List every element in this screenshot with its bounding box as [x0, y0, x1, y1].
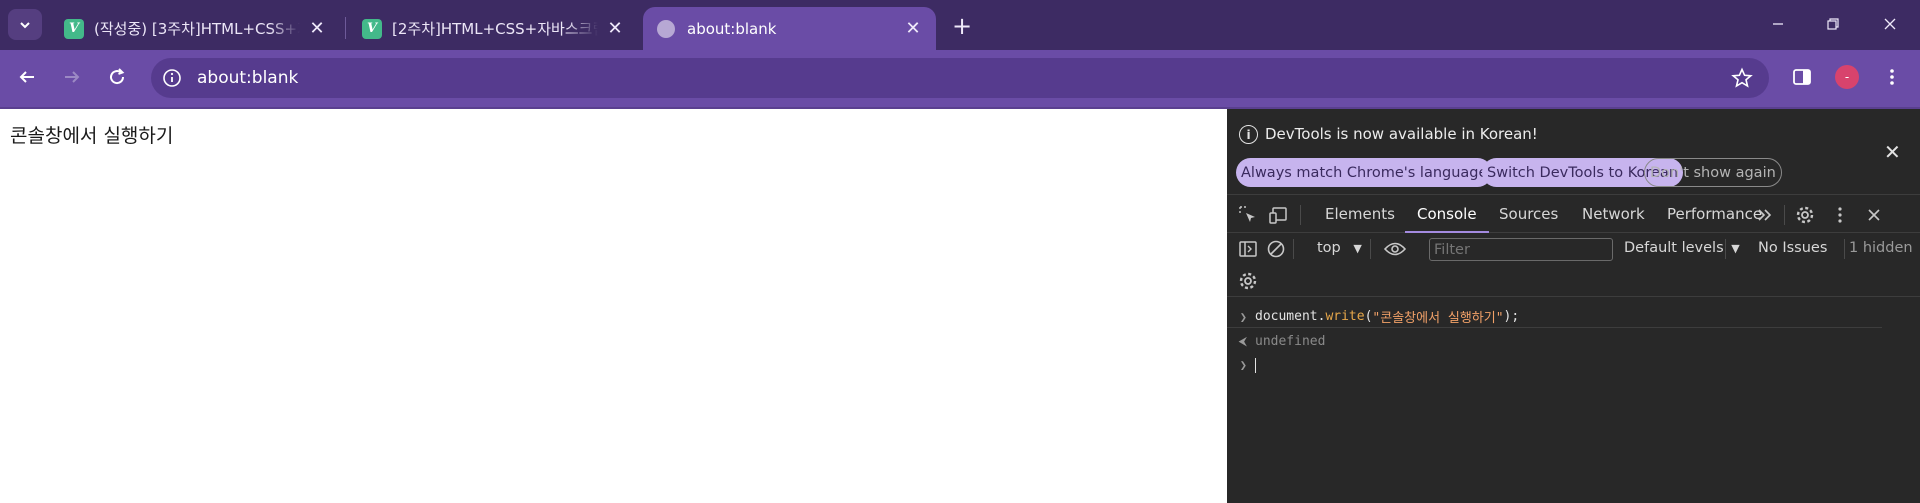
close-icon[interactable]: ✕: [902, 18, 924, 40]
devtools-tab-bar: Elements Console Sources Network Perform…: [1227, 195, 1920, 233]
log-levels-dropdown[interactable]: Default levels ▼: [1624, 240, 1740, 256]
tab-network[interactable]: Network: [1582, 195, 1645, 233]
tab-title: about:blank: [687, 19, 777, 38]
site-favicon-icon: V: [64, 18, 84, 39]
tab-separator: [345, 17, 346, 39]
tab-1[interactable]: V (작성중) [3주차]HTML+CSS+자 ✕: [50, 7, 340, 50]
tab-sources[interactable]: Sources: [1499, 195, 1558, 233]
settings-gear-icon[interactable]: [1794, 204, 1816, 226]
console-output[interactable]: ❯ document. write("콘솔창에서 실행하기"); ⮜ undefi…: [1227, 298, 1920, 503]
chevron-down-icon: [20, 21, 30, 28]
inspect-element-icon[interactable]: [1237, 204, 1259, 226]
kebab-menu-icon: [1890, 69, 1894, 85]
site-favicon-icon: V: [362, 18, 382, 39]
sidebar-toggle-icon[interactable]: [1237, 238, 1259, 260]
dont-show-again-button[interactable]: Don't show again: [1644, 158, 1782, 187]
always-match-language-button[interactable]: Always match Chrome's language: [1236, 158, 1493, 187]
code-token: );: [1503, 309, 1520, 324]
restore-button[interactable]: [1811, 8, 1855, 40]
close-icon[interactable]: ✕: [306, 18, 328, 40]
globe-icon: [657, 19, 675, 38]
console-settings-row: [1227, 265, 1920, 297]
tab-elements[interactable]: Elements: [1325, 195, 1395, 233]
url-text[interactable]: about:blank: [197, 68, 298, 88]
context-value: top: [1317, 240, 1341, 256]
reload-button[interactable]: [101, 61, 133, 93]
toolbar-separator: [1370, 239, 1371, 259]
device-toolbar-icon[interactable]: [1267, 204, 1289, 226]
devtools-language-infobar: i DevTools is now available in Korean! A…: [1227, 109, 1920, 195]
return-arrow-icon: ⮜: [1238, 333, 1247, 348]
code-token: .: [1317, 309, 1326, 324]
console-result-entry: ⮜ undefined: [1227, 330, 1920, 352]
minimize-icon: [1773, 23, 1783, 25]
dropdown-triangle-icon: ▼: [1353, 242, 1362, 255]
page-body-text: 콘솔창에서 실행하기: [10, 125, 174, 147]
code-token: write: [1325, 309, 1365, 324]
console-settings-gear-icon[interactable]: [1237, 270, 1259, 292]
issues-count[interactable]: No Issues: [1758, 240, 1827, 256]
tab-title: [2주차]HTML+CSS+자바스크립: [392, 20, 598, 38]
chrome-menu-button[interactable]: [1876, 61, 1908, 93]
chevron-right-icon: ❯: [1239, 358, 1247, 372]
toolbar-separator: [1293, 239, 1294, 259]
close-icon: [1884, 18, 1896, 30]
clear-console-icon[interactable]: [1265, 238, 1287, 260]
tab-2[interactable]: V [2주차]HTML+CSS+자바스크립 ✕: [348, 7, 638, 50]
arrow-right-icon: [65, 71, 80, 83]
console-toolbar: top ▼ Default levels ▼ No Issues 1 hidde…: [1227, 233, 1920, 265]
result-value: undefined: [1255, 333, 1326, 349]
infobar-message: DevTools is now available in Korean!: [1265, 125, 1538, 143]
toolbar-separator: [1300, 205, 1301, 225]
minimize-button[interactable]: [1756, 8, 1800, 40]
forward-button[interactable]: [56, 61, 88, 93]
chevron-right-icon: ❯: [1239, 309, 1247, 324]
close-devtools-icon[interactable]: [1863, 204, 1885, 226]
side-panel-icon: [1793, 69, 1811, 85]
browser-toolbar: about:blank -: [0, 50, 1920, 107]
eye-icon[interactable]: [1384, 238, 1406, 260]
tab-active[interactable]: about:blank ✕: [643, 7, 936, 50]
back-button[interactable]: [11, 61, 43, 93]
bookmark-star-icon[interactable]: [1731, 67, 1753, 93]
profile-button[interactable]: -: [1831, 61, 1863, 93]
code-token: "콘솔창에서 실행하기": [1372, 311, 1504, 326]
kebab-menu-icon[interactable]: [1829, 204, 1851, 226]
devtools-panel: i DevTools is now available in Korean! A…: [1227, 109, 1920, 503]
console-input-entry: ❯ document. write("콘솔창에서 실행하기");: [1227, 306, 1882, 328]
tab-console[interactable]: Console: [1405, 195, 1489, 233]
tab-performance[interactable]: Performance: [1667, 195, 1762, 233]
restore-icon: [1827, 18, 1839, 30]
new-tab-button[interactable]: +: [948, 12, 976, 40]
code-token: document: [1255, 309, 1318, 324]
page-viewport: 콘솔창에서 실행하기: [0, 109, 1227, 503]
log-levels-value: Default levels: [1624, 240, 1724, 256]
site-info-icon[interactable]: [161, 67, 183, 89]
dropdown-triangle-icon: ▼: [1731, 242, 1740, 255]
avatar: -: [1835, 65, 1859, 89]
close-icon[interactable]: ✕: [1884, 140, 1901, 164]
console-prompt[interactable]: ❯: [1227, 354, 1920, 376]
code-token: (: [1364, 309, 1373, 324]
info-icon: i: [1239, 125, 1258, 144]
context-selector[interactable]: top ▼: [1317, 240, 1362, 256]
address-bar[interactable]: about:blank: [151, 58, 1769, 98]
reload-icon: [110, 68, 125, 85]
hidden-count: 1 hidden: [1849, 240, 1913, 256]
toolbar-separator: [1844, 239, 1845, 259]
console-filter-input[interactable]: [1429, 238, 1613, 261]
window-close-button[interactable]: [1868, 8, 1912, 40]
arrow-left-icon: [19, 71, 34, 83]
toolbar-separator: [1725, 239, 1726, 259]
tab-title: (작성중) [3주차]HTML+CSS+자: [94, 20, 300, 38]
more-tabs-icon[interactable]: [1754, 204, 1776, 226]
tab-strip: V (작성중) [3주차]HTML+CSS+자 ✕ V [2주차]HTML+CS…: [0, 0, 1920, 50]
text-caret: [1255, 357, 1256, 373]
toolbar-separator: [1784, 205, 1785, 225]
close-icon[interactable]: ✕: [604, 18, 626, 40]
tab-search-button[interactable]: [8, 9, 42, 40]
side-panel-button[interactable]: [1786, 61, 1818, 93]
